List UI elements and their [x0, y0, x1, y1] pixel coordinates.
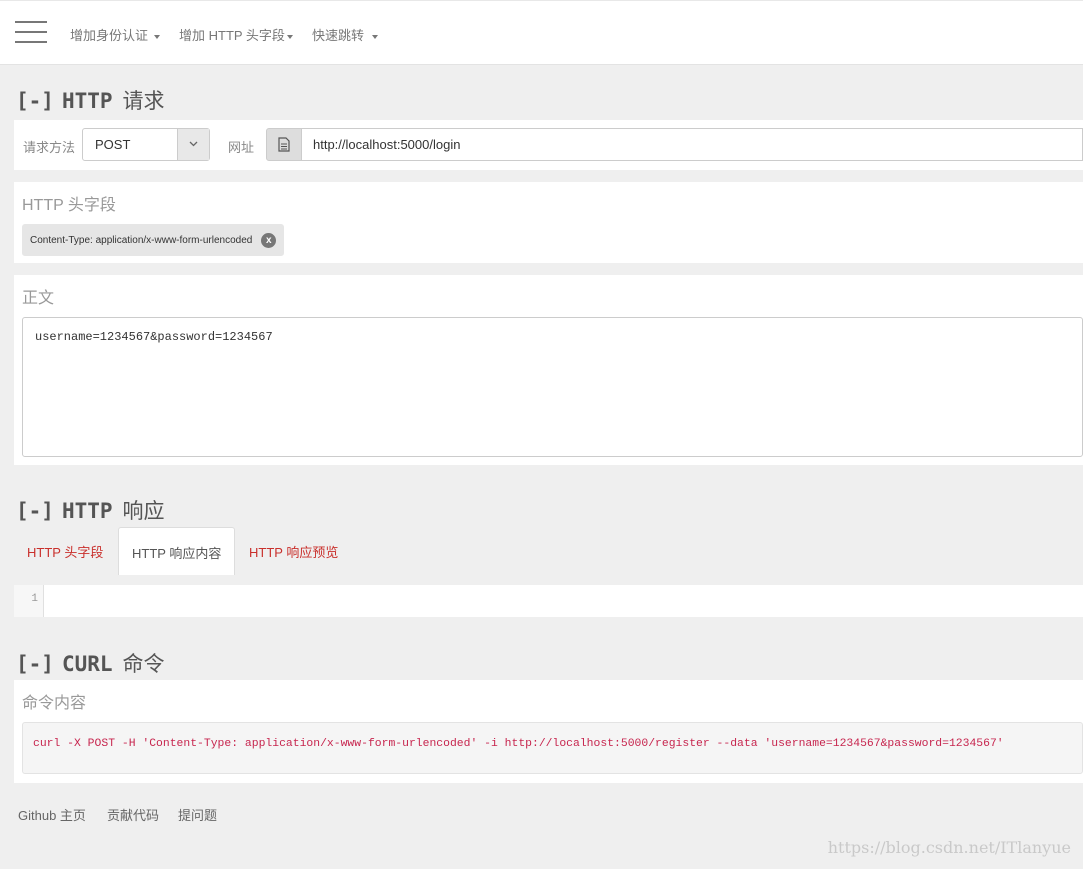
- chevron-down-icon: [189, 141, 198, 147]
- curl-title-word: CURL: [61, 652, 113, 676]
- select-arrow: [177, 129, 209, 160]
- url-label: 网址: [228, 140, 255, 155]
- headers-panel: HTTP 头字段 Content-Type: application/x-www…: [14, 182, 1083, 263]
- curl-command: curl -X POST -H 'Content-Type: applicati…: [33, 738, 1004, 750]
- footer-github-link[interactable]: Github 主页: [18, 805, 86, 824]
- curl-title-cn: 命令: [122, 653, 165, 676]
- request-section-title: [-] HTTP 请求: [16, 85, 165, 115]
- curl-section-title: [-] CURL 命令: [16, 648, 165, 678]
- request-title-word: HTTP: [61, 89, 113, 113]
- curl-collapse-toggle[interactable]: [-]: [16, 652, 54, 676]
- nav-add-header-label: 增加 HTTP 头字段: [179, 28, 285, 43]
- line-gutter: 1: [14, 585, 44, 617]
- tab-response-headers[interactable]: HTTP 头字段: [14, 527, 116, 575]
- nav-add-header-dropdown[interactable]: 增加 HTTP 头字段: [179, 25, 293, 44]
- watermark: https://blog.csdn.net/ITlanyue: [827, 838, 1071, 857]
- tab-response-content[interactable]: HTTP 响应内容: [118, 527, 236, 575]
- response-title-word: HTTP: [61, 499, 113, 523]
- hamburger-menu-icon[interactable]: [15, 21, 47, 43]
- method-value: POST: [95, 137, 131, 152]
- header-chip-text: Content-Type: application/x-www-form-url…: [30, 234, 253, 246]
- url-addon: [266, 128, 302, 161]
- response-section-title: [-] HTTP 响应: [16, 495, 165, 525]
- response-collapse-toggle[interactable]: [-]: [16, 499, 54, 523]
- response-title-cn: 响应: [122, 500, 165, 523]
- curl-command-box: curl -X POST -H 'Content-Type: applicati…: [22, 722, 1083, 774]
- request-row-panel: 请求方法 POST 网址: [14, 120, 1083, 170]
- request-title-cn: 请求: [122, 90, 165, 113]
- curl-heading: 命令内容: [22, 695, 87, 712]
- line-number: 1: [31, 593, 38, 605]
- method-label: 请求方法: [23, 140, 76, 155]
- body-textarea[interactable]: username=1234567&password=1234567: [22, 317, 1083, 457]
- chip-close-icon[interactable]: x: [261, 232, 277, 248]
- response-code-editor[interactable]: 1: [14, 585, 1083, 617]
- caret-down-icon: [286, 34, 293, 39]
- curl-panel: 命令内容 curl -X POST -H 'Content-Type: appl…: [14, 680, 1083, 783]
- url-input[interactable]: [302, 128, 1083, 161]
- tab-response-preview[interactable]: HTTP 响应预览: [236, 527, 351, 575]
- nav-quick-jump-label: 快速跳转: [312, 28, 365, 43]
- request-collapse-toggle[interactable]: [-]: [16, 89, 54, 113]
- footer-issue-link[interactable]: 提问题: [178, 805, 217, 824]
- caret-down-icon: [154, 34, 161, 39]
- nav-add-auth-dropdown[interactable]: 增加身份认证: [70, 25, 161, 44]
- body-panel: 正文 username=1234567&password=1234567: [14, 275, 1083, 465]
- footer-contribute-link[interactable]: 贡献代码: [107, 805, 159, 824]
- nav-quick-jump-dropdown[interactable]: 快速跳转: [312, 25, 379, 44]
- body-content: username=1234567&password=1234567: [35, 330, 273, 344]
- body-heading: 正文: [22, 290, 55, 307]
- top-navbar: 增加身份认证 增加 HTTP 头字段 快速跳转: [0, 0, 1083, 65]
- header-chip: Content-Type: application/x-www-form-url…: [22, 224, 285, 256]
- caret-down-icon: [372, 34, 379, 39]
- nav-add-auth-label: 增加身份认证: [70, 28, 149, 43]
- document-icon: [278, 137, 290, 152]
- method-select[interactable]: POST: [82, 128, 210, 161]
- headers-heading: HTTP 头字段: [22, 197, 116, 214]
